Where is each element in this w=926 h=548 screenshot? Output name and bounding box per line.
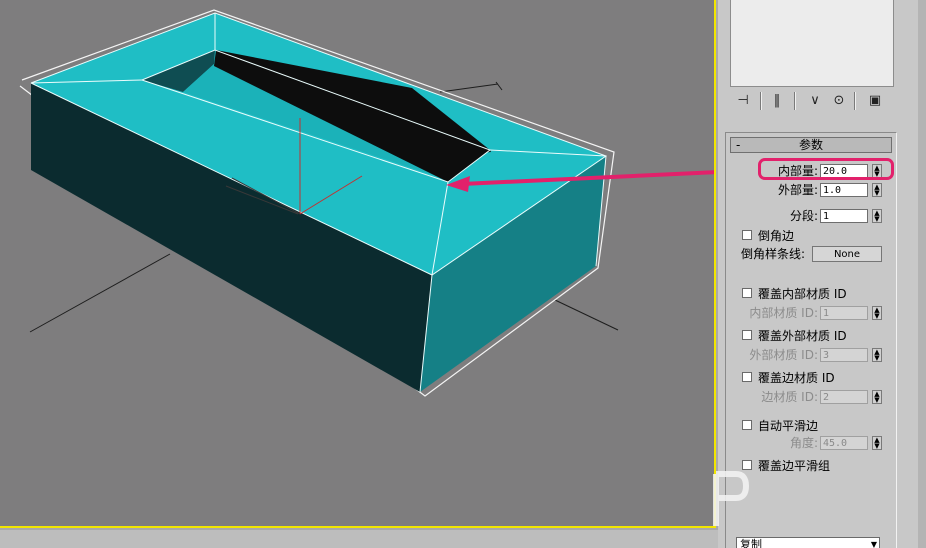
modifier-stack-list[interactable] [730,0,894,87]
fork-icon[interactable]: ∨ [806,92,824,110]
outer-amount-input[interactable]: 1.0 [820,183,868,197]
segments-input[interactable]: 1 [820,209,868,223]
toolbar-separator [854,92,856,110]
rollout-title: 参数 [798,138,823,152]
bevel-edge-label: 倒角边 [758,229,795,243]
edge-mat-id-spinner[interactable]: ▲ ▼ [872,390,882,404]
parameters-rollout: - 参数 内部量: 20.0 ▲ ▼ 外部量: 1.0 ▲ ▼ 分段: 1 ▲ ▼ 倒… [725,132,897,548]
outer-amount-label: 外部量: [777,183,818,197]
angle-spinner[interactable]: ▲ ▼ [872,436,882,450]
override-edge-material-checkbox[interactable] [742,372,752,382]
outer-mat-id-input[interactable]: 3 [820,348,868,362]
edge-mat-id-label-row: 边材质 ID: [726,389,818,405]
angle-input[interactable]: 45.0 [820,436,868,450]
rollout-header[interactable]: - 参数 [730,137,892,153]
segments-label: 分段: [789,209,818,223]
auto-smooth-checkbox[interactable] [742,420,752,430]
segments-label-row: 分段: [726,208,818,224]
chevron-down-icon: ▼ [870,540,877,548]
outer-mat-id-label: 外部材质 ID: [749,348,818,362]
configure-icon[interactable]: ▣ [866,92,884,110]
copy-mode-dropdown[interactable]: 复制 ▼ [736,537,880,548]
bevel-spline-pick-button[interactable]: None [812,246,882,262]
override-smoothing-label: 覆盖边平滑组 [758,459,831,473]
annotation-highlight [758,158,894,180]
override-edge-material-label: 覆盖边材质 ID [758,371,835,385]
lock-icon[interactable]: ⊙ [830,92,848,110]
toolbar-separator [794,92,796,110]
override-inner-material-checkbox[interactable] [742,288,752,298]
rollout-collapse-icon: - [736,138,741,152]
panel-scroll-strip[interactable] [918,0,926,548]
inner-mat-id-label: 内部材质 ID: [749,306,818,320]
angle-label: 角度: [789,436,818,450]
edge-mat-id-input[interactable]: 2 [820,390,868,404]
viewport-perspective[interactable] [0,0,716,528]
command-panel: ⊣ ‖ ∨ ⊙ ▣ - 参数 内部量: 20.0 ▲ ▼ 外部量: 1.0 ▲ ▼ … [718,0,926,548]
inner-mat-id-input[interactable]: 1 [820,306,868,320]
outer-amount-label-row: 外部量: [726,182,818,198]
pin-icon[interactable]: ⊣ [734,92,752,110]
segments-spinner[interactable]: ▲ ▼ [872,209,882,223]
override-smoothing-checkbox[interactable] [742,460,752,470]
bevel-edge-checkbox[interactable] [742,230,752,240]
auto-smooth-label: 自动平滑边 [758,419,819,433]
copy-mode-value: 复制 [740,538,762,548]
pipe-icon[interactable]: ‖ [768,92,786,110]
override-outer-material-checkbox[interactable] [742,330,752,340]
bevel-spline-label: 倒角样条线: [741,247,806,261]
outer-mat-id-spinner[interactable]: ▲ ▼ [872,348,882,362]
override-inner-material-label: 覆盖内部材质 ID [758,287,847,301]
inner-mat-id-spinner[interactable]: ▲ ▼ [872,306,882,320]
viewport-bottom-strip [0,530,718,548]
outer-amount-spinner[interactable]: ▲ ▼ [872,183,882,197]
modifier-stack-toolbar: ⊣ ‖ ∨ ⊙ ▣ [728,90,896,112]
outer-mat-id-label-row: 外部材质 ID: [726,347,818,363]
toolbar-separator [760,92,762,110]
viewport-scene [19,9,716,397]
inner-mat-id-label-row: 内部材质 ID: [726,305,818,321]
override-outer-material-label: 覆盖外部材质 ID [758,329,847,343]
edge-mat-id-label: 边材质 ID: [761,390,818,404]
angle-label-row: 角度: [726,435,818,451]
